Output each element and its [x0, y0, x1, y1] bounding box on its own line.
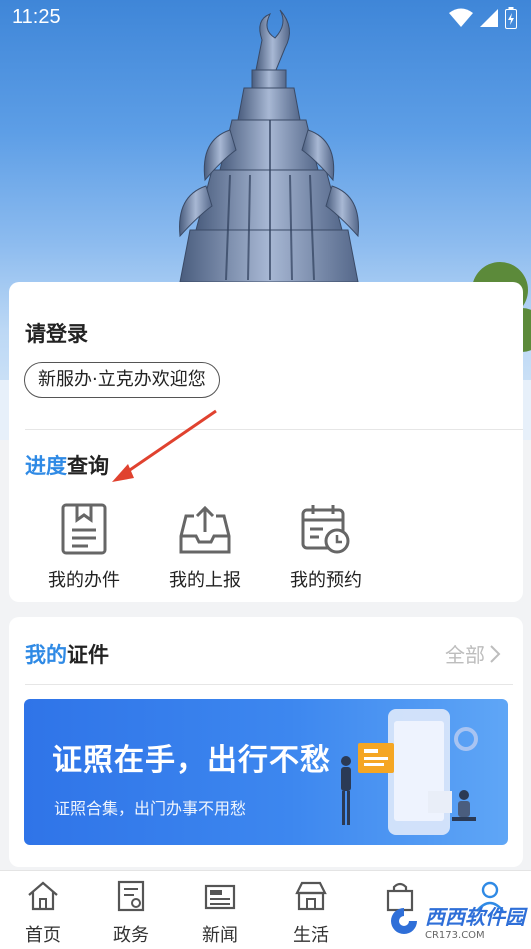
watermark-subtext: CR173.COM	[425, 930, 485, 941]
tab-news-label: 新闻	[202, 925, 238, 946]
tab-government[interactable]: 政务	[96, 879, 166, 947]
home-icon	[28, 881, 58, 911]
view-all-label: 全部	[445, 643, 485, 667]
battery-icon	[505, 7, 517, 29]
my-cases-label: 我的办件	[48, 570, 120, 591]
chevron-right-icon	[490, 644, 501, 663]
my-cases-shortcut[interactable]: 我的办件	[29, 502, 139, 592]
status-time: 11:25	[12, 6, 61, 28]
tab-home-label: 首页	[25, 925, 61, 946]
wifi-icon	[449, 8, 473, 27]
welcome-badge: 新服办·立克办欢迎您	[24, 362, 220, 398]
certificates-banner[interactable]: 证照在手，出行不愁 证照合集，出门办事不用愁	[24, 699, 508, 845]
newspaper-icon	[204, 884, 236, 910]
progress-section-title: 进度查询	[25, 450, 109, 480]
calendar-clock-icon	[301, 505, 350, 554]
shop-icon	[295, 881, 327, 911]
divider	[25, 429, 523, 430]
view-all-link[interactable]: 全部	[445, 639, 501, 668]
certificates-title-accent: 我的	[25, 643, 67, 667]
signal-icon	[480, 9, 498, 27]
my-appointments-label: 我的预约	[290, 570, 362, 591]
government-doc-icon	[117, 880, 145, 912]
progress-title-rest: 查询	[67, 454, 109, 478]
progress-title-accent: 进度	[25, 454, 67, 478]
certificates-section-title: 我的证件	[25, 639, 109, 669]
banner-subtitle: 证照合集，出门办事不用愁	[54, 799, 247, 818]
tab-news[interactable]: 新闻	[185, 879, 255, 947]
watermark-logo-icon	[391, 908, 417, 934]
login-card: 请登录 新服办·立克办欢迎您 进度查询 我的办件 我的上报 我的预约	[9, 282, 523, 602]
watermark: 西西软件园 CR173.COM	[387, 901, 525, 941]
my-reports-shortcut[interactable]: 我的上报	[150, 502, 260, 592]
phone-documents-illustration	[341, 709, 478, 835]
my-reports-label: 我的上报	[169, 570, 241, 591]
document-bookmark-icon	[61, 503, 107, 555]
banner-title: 证照在手，出行不愁	[52, 743, 331, 778]
tab-life-label: 生活	[293, 925, 329, 946]
status-bar: 11:25	[0, 0, 531, 36]
tab-home[interactable]: 首页	[8, 879, 78, 947]
certificates-title-rest: 证件	[67, 643, 109, 667]
my-appointments-shortcut[interactable]: 我的预约	[271, 502, 381, 592]
tab-life[interactable]: 生活	[276, 879, 346, 947]
tab-government-label: 政务	[113, 925, 149, 946]
upload-tray-icon	[179, 505, 231, 554]
divider	[25, 684, 513, 685]
watermark-text: 西西软件园	[425, 905, 525, 929]
login-title[interactable]: 请登录	[25, 318, 88, 348]
certificates-card: 我的证件 全部 证照在手，出行不愁 证照合集，出门办事不用愁	[9, 617, 523, 867]
